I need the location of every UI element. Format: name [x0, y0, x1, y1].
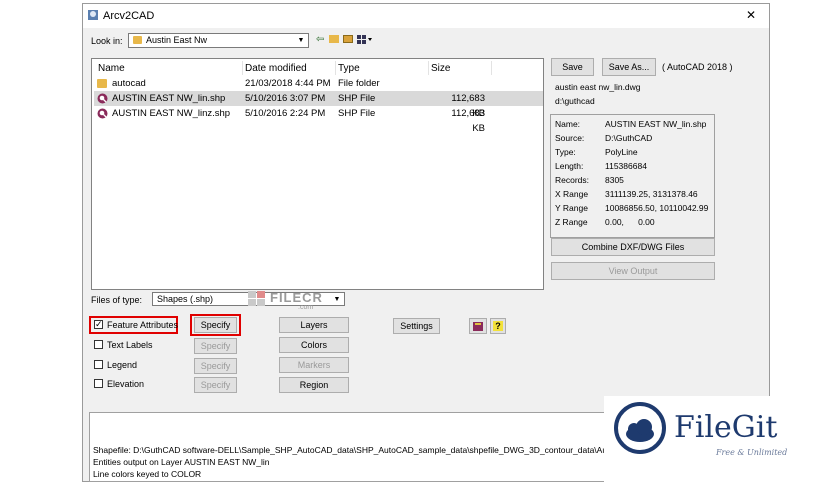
- text-labels-checkbox[interactable]: [94, 340, 103, 349]
- file-date: 5/10/2016 2:24 PM: [245, 108, 326, 119]
- shp-file-icon: [97, 93, 108, 104]
- format-label[interactable]: ( AutoCAD 2018 ): [662, 62, 733, 72]
- view-output-button[interactable]: View Output: [551, 262, 715, 280]
- filetype-label: Files of type:: [91, 295, 143, 305]
- filegit-watermark: FileGit Free & Unlimited: [604, 396, 836, 484]
- settings-button[interactable]: Settings: [393, 318, 440, 334]
- file-type: SHP File: [338, 108, 376, 119]
- info-label: Length:: [555, 161, 584, 171]
- info-label: Type:: [555, 147, 576, 157]
- elevation-checkbox[interactable]: [94, 379, 103, 388]
- save-button[interactable]: Save: [551, 58, 594, 76]
- info-label: Source:: [555, 133, 585, 143]
- file-type: SHP File: [338, 93, 376, 104]
- info-value: 0.00, 0.00: [605, 217, 655, 227]
- combine-files-button[interactable]: Combine DXF/DWG Files: [551, 238, 715, 256]
- info-value: D:\GuthCAD: [605, 133, 653, 143]
- file-row[interactable]: autocad 21/03/2018 4:44 PM File folder: [94, 76, 543, 91]
- filegit-sub: Free & Unlimited: [716, 448, 788, 457]
- file-type: File folder: [338, 78, 380, 89]
- file-date: 5/10/2016 3:07 PM: [245, 93, 326, 104]
- specify-elevation-button[interactable]: Specify: [194, 377, 237, 393]
- info-label: Name:: [555, 119, 581, 129]
- legend-label[interactable]: Legend: [107, 360, 137, 370]
- info-value: 115386684: [605, 161, 647, 171]
- column-divider[interactable]: [335, 61, 336, 75]
- file-size: 112,683 KB: [451, 108, 485, 134]
- specify-legend-button[interactable]: Specify: [194, 358, 237, 374]
- window-title: Arcv2CAD: [103, 10, 155, 22]
- column-header-date[interactable]: Date modified: [245, 63, 307, 74]
- folder-icon: [97, 79, 107, 88]
- chevron-down-icon[interactable]: ▼: [295, 35, 307, 46]
- file-name: autocad: [112, 78, 146, 89]
- info-value: 10086856.50, 10110042.99: [605, 203, 709, 213]
- markers-button[interactable]: Markers: [279, 357, 349, 373]
- back-icon[interactable]: ⇦: [316, 35, 324, 45]
- column-header-name[interactable]: Name: [98, 63, 125, 74]
- info-label: X Range: [555, 189, 589, 199]
- filecr-logo-icon: [248, 291, 265, 306]
- info-value: 8305: [605, 175, 624, 185]
- region-button[interactable]: Region: [279, 377, 349, 393]
- close-icon[interactable]: ✕: [746, 8, 756, 22]
- filecr-sub: .com: [298, 304, 314, 311]
- filegit-text: FileGit: [674, 410, 778, 445]
- text-labels-label[interactable]: Text Labels: [107, 340, 153, 350]
- chevron-down-icon[interactable]: ▼: [331, 294, 343, 305]
- file-name: AUSTIN EAST NW_lin.shp: [112, 93, 226, 104]
- column-divider[interactable]: [428, 61, 429, 75]
- layers-button[interactable]: Layers: [279, 317, 349, 333]
- filecr-text: FILECR: [270, 290, 323, 305]
- column-header-size[interactable]: Size: [431, 63, 450, 74]
- output-file: austin east nw_lin.dwg: [555, 82, 641, 92]
- filetype-value: Shapes (.shp): [157, 294, 214, 304]
- column-divider[interactable]: [491, 61, 492, 75]
- folder-small-icon: [133, 36, 142, 44]
- info-label: Z Range: [555, 217, 588, 227]
- legend-checkbox[interactable]: [94, 360, 103, 369]
- file-row[interactable]: AUSTIN EAST NW_linz.shp 5/10/2016 2:24 P…: [94, 106, 543, 134]
- elevation-label[interactable]: Elevation: [107, 379, 144, 389]
- feature-attributes-checkbox[interactable]: ✓: [94, 320, 103, 329]
- lookin-dropdown[interactable]: Austin East Nw ▼: [128, 33, 309, 48]
- up-folder-icon[interactable]: [329, 35, 339, 43]
- book-icon[interactable]: [469, 318, 487, 334]
- column-header-type[interactable]: Type: [338, 63, 360, 74]
- view-menu-icon[interactable]: [357, 35, 373, 44]
- lookin-label: Look in:: [91, 36, 123, 46]
- status-line: Line colors keyed to COLOR: [93, 469, 202, 479]
- info-value: 3111139.25, 3131378.46: [605, 189, 698, 199]
- filegit-logo-icon: [614, 402, 666, 454]
- help-icon[interactable]: ?: [490, 318, 506, 334]
- status-line: Shapefile: D:\GuthCAD software-DELL\Samp…: [93, 445, 655, 455]
- feature-attributes-label[interactable]: Feature Attributes: [107, 320, 178, 330]
- app-icon: [87, 9, 99, 21]
- output-directory: d:\guthcad: [555, 96, 595, 106]
- info-label: Y Range: [555, 203, 588, 213]
- info-label: Records:: [555, 175, 590, 185]
- lookin-value: Austin East Nw: [146, 35, 208, 45]
- status-line: Entities output on Layer AUSTIN EAST NW_…: [93, 457, 270, 467]
- specify-feature-attributes-button[interactable]: Specify: [194, 317, 237, 333]
- title-bar: Arcv2CAD ✕: [83, 4, 769, 28]
- info-value: AUSTIN EAST NW_lin.shp: [605, 119, 707, 129]
- new-folder-icon[interactable]: [343, 35, 353, 43]
- file-list[interactable]: Name Date modified Type Size autocad 21/…: [91, 58, 544, 290]
- file-name: AUSTIN EAST NW_linz.shp: [112, 108, 231, 119]
- file-row-selected[interactable]: AUSTIN EAST NW_lin.shp 5/10/2016 3:07 PM…: [94, 91, 543, 119]
- shp-file-icon: [97, 108, 108, 119]
- file-date: 21/03/2018 4:44 PM: [245, 78, 331, 89]
- specify-text-labels-button[interactable]: Specify: [194, 338, 237, 354]
- column-divider[interactable]: [242, 61, 243, 75]
- colors-button[interactable]: Colors: [279, 337, 349, 353]
- info-value: PolyLine: [605, 147, 638, 157]
- shapefile-info-panel: Name: AUSTIN EAST NW_lin.shp Source: D:\…: [550, 114, 715, 238]
- save-as-button[interactable]: Save As...: [602, 58, 656, 76]
